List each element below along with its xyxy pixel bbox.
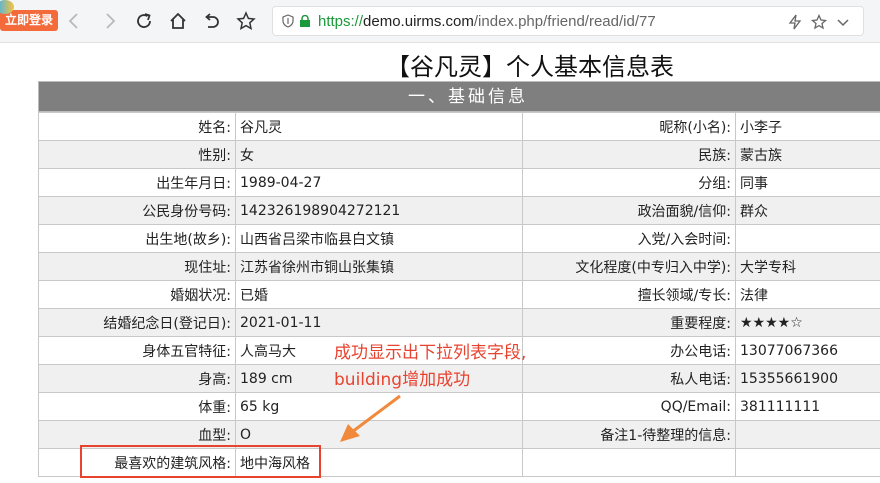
- table-row: 姓名: 谷凡灵 昵称(小名): 小李子: [38, 112, 880, 141]
- url-path: /index.php/friend/read/id/77: [473, 13, 656, 30]
- field-value: 女: [235, 140, 523, 169]
- annotation-note: 成功显示出下拉列表字段, building增加成功: [334, 340, 526, 394]
- field-value: 山西省吕梁市临县白文镇: [235, 224, 523, 253]
- field-value: 谷凡灵: [235, 112, 523, 141]
- field-label: 结婚纪念日(登记日):: [38, 308, 236, 337]
- field-label: [522, 448, 736, 477]
- field-value: [735, 448, 880, 477]
- favorite-star-icon[interactable]: [811, 14, 827, 30]
- field-value: 13077067366: [735, 336, 880, 365]
- forward-button[interactable]: [98, 9, 122, 33]
- field-value: 群众: [735, 196, 880, 225]
- address-bar[interactable]: https://demo.uirms.com/index.php/friend/…: [272, 6, 864, 36]
- table-row: 现住址: 江苏省徐州市铜山张集镇 文化程度(中专归入中学): 大学专科: [38, 252, 880, 281]
- chevron-right-icon: [106, 13, 116, 29]
- login-badge-label: 立即登录: [5, 13, 54, 27]
- field-label: 身高:: [38, 364, 236, 393]
- field-label: 身体五官特征:: [38, 336, 236, 365]
- page-title: 【谷凡灵】个人基本信息表: [386, 53, 674, 81]
- section-header: 一、基础信息: [38, 81, 880, 112]
- lightning-icon[interactable]: [787, 14, 803, 30]
- field-value: 381111111: [735, 392, 880, 421]
- chevron-left-icon: [68, 13, 78, 29]
- chevron-down-icon[interactable]: [835, 14, 851, 30]
- bookmark-star-button[interactable]: [234, 9, 258, 33]
- table-row: 出生地(故乡): 山西省吕梁市临县白文镇 入党/入会时间:: [38, 224, 880, 253]
- field-label: QQ/Email:: [522, 392, 736, 421]
- field-label: 政治面貌/信仰:: [522, 196, 736, 225]
- home-button[interactable]: [166, 9, 190, 33]
- back-button[interactable]: [62, 9, 86, 33]
- table-row: 出生年月日: 1989-04-27 分组: 同事: [38, 168, 880, 197]
- star-icon: [236, 11, 256, 30]
- login-badge[interactable]: 立即登录: [0, 0, 59, 31]
- reload-icon: [137, 13, 151, 28]
- field-label: 昵称(小名):: [522, 112, 736, 141]
- field-label: 重要程度:: [522, 308, 736, 337]
- field-label: 入党/入会时间:: [522, 224, 736, 253]
- highlight-box: [80, 445, 321, 478]
- field-label: 公民身份号码:: [38, 196, 236, 225]
- undo-icon: [205, 13, 219, 28]
- field-label: 文化程度(中专归入中学):: [522, 252, 736, 281]
- field-label: 体重:: [38, 392, 236, 421]
- field-label: 分组:: [522, 168, 736, 197]
- url-host: demo.uirms.com: [363, 13, 474, 30]
- shield-icon: [282, 14, 294, 28]
- field-value: 大学专科: [735, 252, 880, 281]
- table-row: 结婚纪念日(登记日): 2021-01-11 重要程度: ★★★★☆: [38, 308, 880, 337]
- table-row: 公民身份号码: 142326198904272121 政治面貌/信仰: 群众: [38, 196, 880, 225]
- field-label: 现住址:: [38, 252, 236, 281]
- field-value: 小李子: [735, 112, 880, 141]
- field-value: 1989-04-27: [235, 168, 523, 197]
- table-row: 婚姻状况: 已婚 擅长领域/专长: 法律: [38, 280, 880, 309]
- field-label: 姓名:: [38, 112, 236, 141]
- home-icon: [170, 12, 186, 29]
- field-label: 民族:: [522, 140, 736, 169]
- field-label: 办公电话:: [522, 336, 736, 365]
- field-value: 法律: [735, 280, 880, 309]
- info-table: 一、基础信息 姓名: 谷凡灵 昵称(小名): 小李子 性别: 女民族: 蒙古族 出生年月日: 1…: [38, 81, 880, 477]
- field-value: ★★★★☆: [735, 308, 880, 337]
- url-text: https://demo.uirms.com/index.php/friend/…: [318, 13, 656, 30]
- field-label: 性别:: [38, 140, 236, 169]
- table-row: 性别: 女民族: 蒙古族: [38, 140, 880, 169]
- field-value: [735, 224, 880, 253]
- reload-button[interactable]: [132, 9, 156, 33]
- field-label: 出生年月日:: [38, 168, 236, 197]
- field-value: 蒙古族: [735, 140, 880, 169]
- field-label: 备注1-待整理的信息:: [522, 420, 736, 449]
- field-label: 出生地(故乡):: [38, 224, 236, 253]
- lock-icon: [300, 15, 310, 27]
- annotation-line-1: 成功显示出下拉列表字段,: [334, 343, 527, 363]
- table-row: 体重: 65 kg QQ/Email: 381111111: [38, 392, 880, 421]
- url-scheme: https://: [318, 13, 364, 30]
- field-value: 江苏省徐州市铜山张集镇: [235, 252, 523, 281]
- field-value: 已婚: [235, 280, 523, 309]
- annotation-arrow-icon: [340, 394, 401, 442]
- browser-logo-icon: [0, 0, 14, 14]
- info-grid: 姓名: 谷凡灵 昵称(小名): 小李子 性别: 女民族: 蒙古族 出生年月日: 1989-04-…: [38, 112, 880, 477]
- browser-toolbar: 立即登录 https://demo.uirms.com/index.php/fr…: [0, 0, 880, 43]
- field-value: 同事: [735, 168, 880, 197]
- field-label: 擅长领域/专长:: [522, 280, 736, 309]
- field-value: [735, 420, 880, 449]
- field-value: 2021-01-11: [235, 308, 523, 337]
- field-label: 婚姻状况:: [38, 280, 236, 309]
- undo-button[interactable]: [199, 9, 223, 33]
- field-label: 私人电话:: [522, 364, 736, 393]
- field-value: 142326198904272121: [235, 196, 523, 225]
- field-value: 15355661900: [735, 364, 880, 393]
